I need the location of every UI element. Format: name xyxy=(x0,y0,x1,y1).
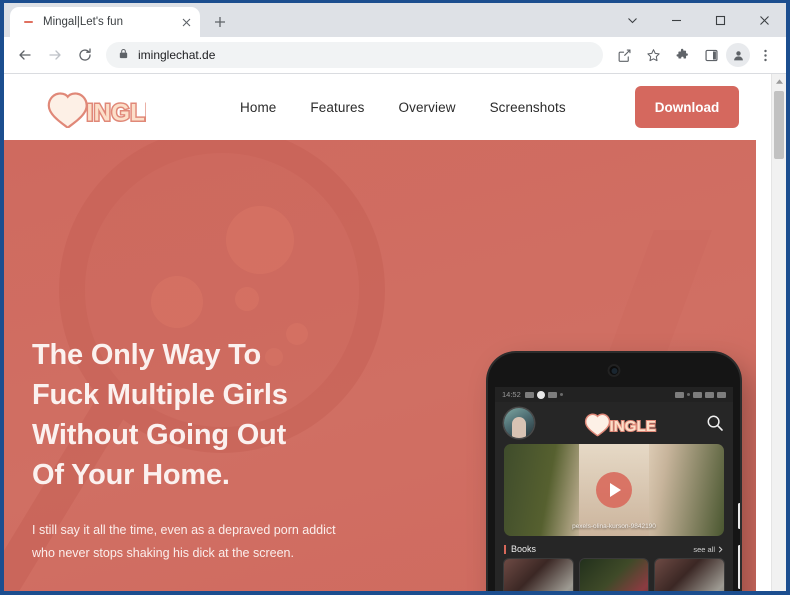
share-icon[interactable] xyxy=(610,41,638,69)
close-icon[interactable] xyxy=(178,14,194,30)
phone-side-button-1 xyxy=(738,503,740,529)
phone-side-button-2 xyxy=(738,545,740,589)
dash-favicon xyxy=(21,15,35,29)
phone-status-bar: 14:52 xyxy=(495,387,733,402)
phone-camera-icon xyxy=(607,364,621,377)
hero-title-line-3: Without Going Out xyxy=(32,419,287,451)
lock-icon xyxy=(118,46,129,64)
location-icon xyxy=(687,393,690,396)
forward-arrow-icon xyxy=(41,41,69,69)
star-icon[interactable] xyxy=(639,41,667,69)
maximize-icon[interactable] xyxy=(698,3,742,37)
books-row: SamplePDFFile_5... sample1 sample2 xyxy=(495,559,733,591)
nav-item-overview[interactable]: Overview xyxy=(399,100,456,115)
status-right-icons xyxy=(675,391,726,398)
page-viewport: INGLE Home Features Overview Screenshots… xyxy=(4,73,786,591)
reload-icon[interactable] xyxy=(71,41,99,69)
list-item[interactable]: SamplePDFFile_5... xyxy=(504,559,573,591)
puzzle-icon[interactable] xyxy=(668,41,696,69)
profile-avatar-icon[interactable] xyxy=(726,43,750,67)
featured-video-card[interactable]: pexels-olina-kurson-9842190 xyxy=(504,444,724,536)
new-tab-button[interactable] xyxy=(206,8,234,36)
toolbar-actions xyxy=(610,41,779,69)
page-scrollbar[interactable] xyxy=(771,74,786,591)
back-arrow-icon[interactable] xyxy=(11,41,39,69)
hero-section: The Only Way To Fuck Multiple Girls With… xyxy=(4,140,756,591)
app-logo: INGLE xyxy=(582,411,658,437)
svg-text:INGLE: INGLE xyxy=(609,418,655,435)
browser-tab[interactable]: Mingal|Let's fun xyxy=(10,7,200,37)
message-icon xyxy=(547,391,557,398)
site-logo[interactable]: INGLE xyxy=(42,86,146,128)
site-header: INGLE Home Features Overview Screenshots… xyxy=(4,74,771,140)
web-page: INGLE Home Features Overview Screenshots… xyxy=(4,74,771,591)
hero-title-line-1: The Only Way To xyxy=(32,339,262,371)
status-time: 14:52 xyxy=(502,390,521,399)
browser-window: Mingal|Let's fun iminglechat.de INGL Hom… xyxy=(0,0,790,595)
avatar[interactable] xyxy=(504,408,534,438)
page-title: The Only Way To Fuck Multiple Girls With… xyxy=(32,335,362,495)
download-button[interactable]: Download xyxy=(635,86,739,128)
chevron-right-icon xyxy=(718,546,723,552)
play-icon[interactable] xyxy=(596,472,632,508)
mute-icon xyxy=(675,391,684,398)
side-panel-icon[interactable] xyxy=(697,41,725,69)
hero-copy: The Only Way To Fuck Multiple Girls With… xyxy=(32,335,362,565)
svg-text:INGLE: INGLE xyxy=(87,99,146,126)
chevron-down-icon[interactable] xyxy=(610,3,654,37)
browser-toolbar: iminglechat.de xyxy=(4,37,786,73)
screenshot-icon xyxy=(524,391,534,398)
battery-icon xyxy=(717,391,726,398)
scrollbar-thumb[interactable] xyxy=(774,91,784,159)
section-header-books: Books see all xyxy=(495,536,733,559)
status-left-icons xyxy=(524,390,563,399)
video-caption: pexels-olina-kurson-9842190 xyxy=(572,523,656,530)
hero-title-line-2: Fuck Multiple Girls xyxy=(32,379,288,411)
close-icon[interactable] xyxy=(742,3,786,37)
list-item[interactable]: sample1 xyxy=(579,559,649,591)
address-bar[interactable]: iminglechat.de xyxy=(106,42,603,68)
section-accent-bar xyxy=(504,544,506,554)
tab-title: Mingal|Let's fun xyxy=(43,16,123,28)
hero-subtitle: I still say it all the time, even as a d… xyxy=(32,523,336,560)
url-text: iminglechat.de xyxy=(138,48,216,62)
three-dot-menu-icon[interactable] xyxy=(751,41,779,69)
site-nav: Home Features Overview Screenshots xyxy=(240,100,566,115)
notification-badge-icon xyxy=(536,390,545,399)
tab-strip: Mingal|Let's fun xyxy=(4,3,786,37)
nav-item-home[interactable]: Home xyxy=(240,100,276,115)
phone-mockup: 14:52 INGLE pexels-olina-kurson-9842190 … xyxy=(488,353,740,591)
list-item[interactable]: sample2 xyxy=(655,559,725,591)
see-all-label: see all xyxy=(693,544,715,554)
nav-item-screenshots[interactable]: Screenshots xyxy=(490,100,566,115)
search-icon[interactable] xyxy=(706,414,724,432)
section-title: Books xyxy=(511,544,537,554)
window-controls xyxy=(610,3,786,37)
wifi-icon xyxy=(705,391,714,398)
chrome-frame: Mingal|Let's fun iminglechat.de INGL Hom… xyxy=(4,3,786,591)
hero-title-line-4: Of Your Home. xyxy=(32,459,230,491)
nav-item-features[interactable]: Features xyxy=(310,100,364,115)
minimize-icon[interactable] xyxy=(654,3,698,37)
signal-icon xyxy=(693,391,702,398)
see-all-books-link[interactable]: see all xyxy=(693,545,723,554)
phone-screen: 14:52 INGLE pexels-olina-kurson-9842190 … xyxy=(495,387,733,591)
dot-icon xyxy=(559,393,563,396)
scrollbar-up-arrow[interactable] xyxy=(772,74,786,89)
app-header: INGLE xyxy=(495,402,733,444)
